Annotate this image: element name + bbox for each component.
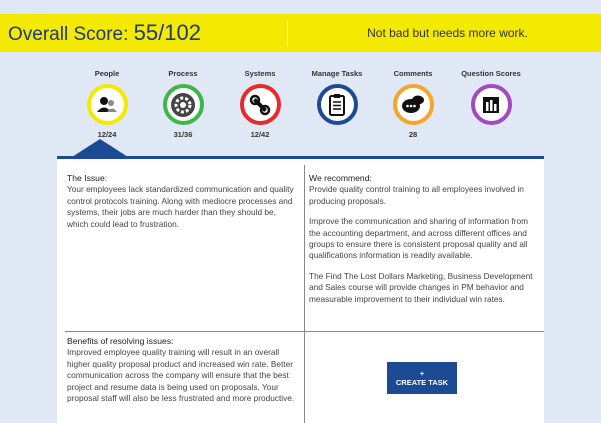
tools-icon[interactable] <box>239 84 281 125</box>
column-divider <box>304 165 305 423</box>
benefits-heading: Benefits of resolving issues: <box>67 336 174 346</box>
recommend-section: We recommend: Provide quality control tr… <box>309 173 541 314</box>
category-count: 28 <box>408 130 418 139</box>
gear-icon[interactable] <box>162 84 204 125</box>
category-count <box>302 130 372 140</box>
category-count: 12/42 <box>250 130 270 139</box>
category-label: Process <box>168 69 198 78</box>
category-comments[interactable]: Comments 28 <box>378 68 448 140</box>
details-panel: The Issue: Your employees lack standardi… <box>57 156 544 423</box>
row-divider <box>65 331 544 332</box>
issue-text: Your employees lack standardized communi… <box>67 184 294 229</box>
score-value: 55/102 <box>133 20 201 45</box>
category-question-scores[interactable]: Question Scores <box>456 68 526 140</box>
category-process[interactable]: Process 31/36 <box>148 68 218 140</box>
category-count <box>456 130 526 140</box>
category-label: Manage Tasks <box>311 69 363 78</box>
recommend-heading: We recommend: <box>309 173 372 183</box>
clipboard-icon[interactable] <box>316 84 358 125</box>
overall-score: Overall Score: 55/102 <box>0 20 287 46</box>
benefits-section: Benefits of resolving issues: Improved e… <box>67 336 299 413</box>
benefits-text: Improved employee quality training will … <box>67 347 295 404</box>
selection-pointer <box>72 139 128 157</box>
divider <box>287 20 288 46</box>
recommend-text-1: Provide quality control training to all … <box>309 184 524 206</box>
create-task-button[interactable]: + CREATE TASK <box>387 362 457 394</box>
plus-icon: + <box>419 369 425 378</box>
bar-chart-icon[interactable] <box>470 84 512 125</box>
recommend-text-3: The Find The Lost Dollars Marketing, Bus… <box>309 270 533 304</box>
people-icon[interactable] <box>86 84 128 125</box>
category-count: 31/36 <box>173 130 193 139</box>
issue-section: The Issue: Your employees lack standardi… <box>67 173 299 239</box>
category-label: Question Scores <box>461 69 521 78</box>
category-people[interactable]: People 12/24 <box>72 68 142 140</box>
category-manage-tasks[interactable]: Manage Tasks <box>302 68 372 140</box>
create-task-label: CREATE TASK <box>395 378 449 387</box>
category-systems[interactable]: Systems 12/42 <box>225 68 295 140</box>
chat-icon[interactable] <box>392 84 434 125</box>
score-bar: Overall Score: 55/102 Not bad but needs … <box>0 14 601 52</box>
issue-heading: The Issue: <box>67 173 108 183</box>
recommend-text-2: Improve the communication and sharing of… <box>309 216 529 261</box>
category-label: Systems <box>244 69 276 78</box>
score-label: Overall Score: <box>8 24 129 45</box>
category-label: Comments <box>393 69 433 78</box>
category-label: People <box>94 69 120 78</box>
score-verdict: Not bad but needs more work. <box>367 26 528 40</box>
